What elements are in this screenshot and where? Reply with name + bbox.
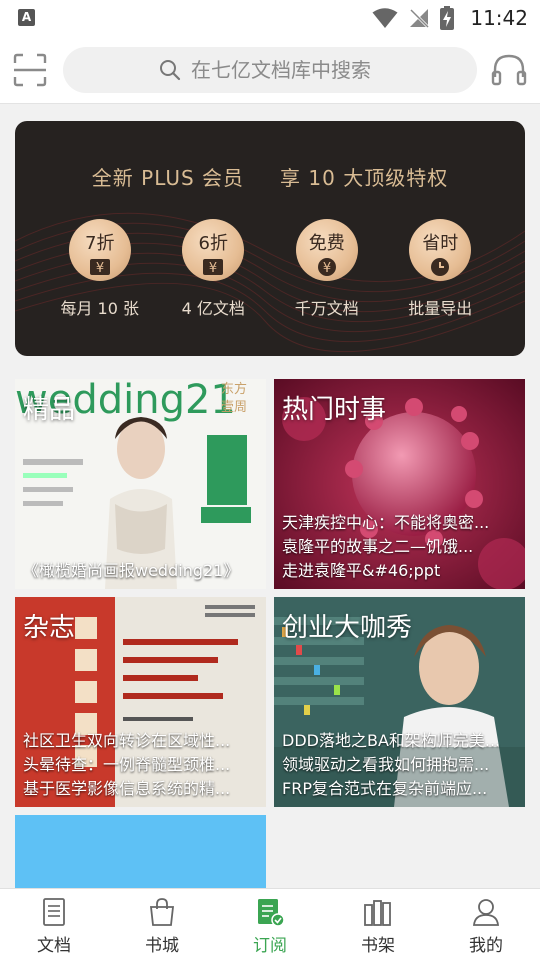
wifi-icon bbox=[372, 8, 398, 28]
perk-item: 免费 ¥ 千万文档 bbox=[287, 219, 367, 319]
svg-text:¥: ¥ bbox=[323, 261, 331, 276]
card-title: 杂志 bbox=[23, 613, 76, 643]
card-line: 走进袁隆平&#46;ppt bbox=[282, 561, 441, 580]
card-lines: DDD落地之BA和架构师完美... 领域驱动之看我如何拥抱需... FRP复合范… bbox=[282, 729, 518, 801]
card-title: 创业大咖秀 bbox=[282, 613, 413, 643]
perk-badge: 7折 ¥ bbox=[68, 219, 131, 281]
search-bar[interactable] bbox=[63, 47, 477, 93]
banner-title-right: 享 10 大顶级特权 bbox=[280, 166, 449, 190]
card-hot-news[interactable]: 热门时事 天津疾控中心：不能将奥密... 袁隆平的故事之二—饥饿... 走进袁隆… bbox=[274, 379, 525, 589]
perk-item: 省时 批量导出 bbox=[400, 219, 480, 319]
perk-badge-text: 6折 bbox=[198, 233, 228, 254]
perk-badge: 6折 ¥ bbox=[182, 219, 245, 281]
plus-membership-banner[interactable]: 全新 PLUS 会员 享 10 大顶级特权 7折 ¥ 每月 10 张 6折 ¥ … bbox=[15, 121, 525, 356]
perk-badge: 省时 bbox=[409, 219, 472, 281]
card-title: 精品 bbox=[23, 395, 76, 425]
battery-charging-icon bbox=[440, 6, 455, 30]
svg-text:¥: ¥ bbox=[96, 261, 104, 276]
shopping-bag-icon bbox=[149, 898, 175, 926]
search-header bbox=[0, 36, 540, 104]
card-title: 热门时事 bbox=[282, 395, 387, 425]
card-line: 袁隆平的故事之二—饥饿... bbox=[282, 537, 474, 556]
card-partial[interactable] bbox=[15, 815, 266, 890]
card-magazine[interactable]: 杂志 社区卫生双向转诊在区域性... 头晕待查：一例脊髓型颈椎... 基于医学影… bbox=[15, 597, 266, 807]
yen-coin-icon: ¥ bbox=[317, 258, 336, 276]
search-icon bbox=[160, 60, 181, 81]
nav-item-bookstore[interactable]: 书城 bbox=[108, 889, 216, 960]
status-icons: 11:42 bbox=[372, 4, 528, 32]
perk-label: 批量导出 bbox=[408, 299, 473, 318]
perk-badge-text: 省时 bbox=[422, 233, 459, 254]
nav-label: 书城 bbox=[145, 936, 179, 956]
no-signal-icon bbox=[410, 8, 430, 29]
nav-label: 订阅 bbox=[253, 936, 287, 956]
bottom-nav: 文档 书城 订阅 书架 我的 bbox=[0, 888, 540, 960]
card-startup-show[interactable]: 创业大咖秀 DDD落地之BA和架构师完美... 领域驱动之看我如何拥抱需... … bbox=[274, 597, 525, 807]
card-line: 社区卫生双向转诊在区域性... bbox=[23, 731, 231, 750]
card-boutique[interactable]: wedding21 东方 壹周 精品 《橄榄婚尚画报wedding21》 bbox=[15, 379, 266, 589]
document-icon bbox=[43, 898, 65, 926]
card-lines: 《橄榄婚尚画报wedding21》 bbox=[23, 559, 259, 583]
nav-item-documents[interactable]: 文档 bbox=[0, 889, 108, 960]
nav-label: 书架 bbox=[361, 936, 395, 956]
nav-item-profile[interactable]: 我的 bbox=[432, 889, 540, 960]
perk-label: 千万文档 bbox=[294, 299, 359, 318]
nav-item-subscription[interactable]: 订阅 bbox=[216, 889, 324, 960]
card-line: 天津疾控中心：不能将奥密... bbox=[282, 513, 490, 532]
scan-icon[interactable] bbox=[12, 52, 48, 88]
yen-coin-icon: ¥ bbox=[89, 259, 110, 276]
svg-text:¥: ¥ bbox=[209, 261, 217, 276]
card-lines: 天津疾控中心：不能将奥密... 袁隆平的故事之二—饥饿... 走进袁隆平&#46… bbox=[282, 511, 518, 583]
svg-text:壹周: 壹周 bbox=[221, 400, 247, 415]
app-notification-icon: A bbox=[18, 9, 35, 26]
clock-icon bbox=[431, 258, 450, 276]
card-lines: 社区卫生双向转诊在区域性... 头晕待查：一例脊髓型颈椎... 基于医学影像信息… bbox=[23, 729, 259, 801]
banner-headline: 全新 PLUS 会员 享 10 大顶级特权 bbox=[15, 162, 525, 191]
perk-label: 4 亿文档 bbox=[181, 299, 245, 318]
card-line: DDD落地之BA和架构师完美... bbox=[282, 731, 501, 750]
perk-item: 7折 ¥ 每月 10 张 bbox=[60, 219, 140, 319]
perk-badge: 免费 ¥ bbox=[295, 219, 358, 281]
yen-coin-icon: ¥ bbox=[203, 259, 224, 276]
perk-list: 7折 ¥ 每月 10 张 6折 ¥ 4 亿文档 免费 ¥ 千万文档 省时 批量导… bbox=[15, 219, 525, 319]
perk-item: 6折 ¥ 4 亿文档 bbox=[173, 219, 253, 319]
bookshelf-icon bbox=[364, 900, 391, 926]
card-line: 领域驱动之看我如何拥抱需... bbox=[282, 755, 490, 774]
card-line: 《橄榄婚尚画报wedding21》 bbox=[23, 561, 240, 580]
status-time: 11:42 bbox=[470, 6, 528, 30]
card-line: FRP复合范式在复杂前端应... bbox=[282, 779, 488, 798]
card-line: 基于医学影像信息系统的精... bbox=[23, 779, 231, 798]
profile-icon bbox=[473, 899, 499, 926]
nav-item-bookshelf[interactable]: 书架 bbox=[324, 889, 432, 960]
card-line: 头晕待查：一例脊髓型颈椎... bbox=[23, 755, 231, 774]
svg-text:东方: 东方 bbox=[221, 381, 247, 397]
perk-label: 每月 10 张 bbox=[60, 299, 140, 318]
nav-label: 我的 bbox=[469, 936, 503, 956]
headphones-icon[interactable] bbox=[490, 51, 528, 89]
perk-badge-text: 7折 bbox=[85, 233, 115, 254]
nav-label: 文档 bbox=[37, 936, 71, 956]
banner-title-left: 全新 PLUS 会员 bbox=[91, 166, 245, 190]
status-bar: A 11:42 bbox=[0, 0, 540, 36]
search-input[interactable] bbox=[191, 58, 381, 82]
perk-badge-text: 免费 bbox=[308, 233, 345, 254]
subscription-icon bbox=[258, 899, 285, 927]
